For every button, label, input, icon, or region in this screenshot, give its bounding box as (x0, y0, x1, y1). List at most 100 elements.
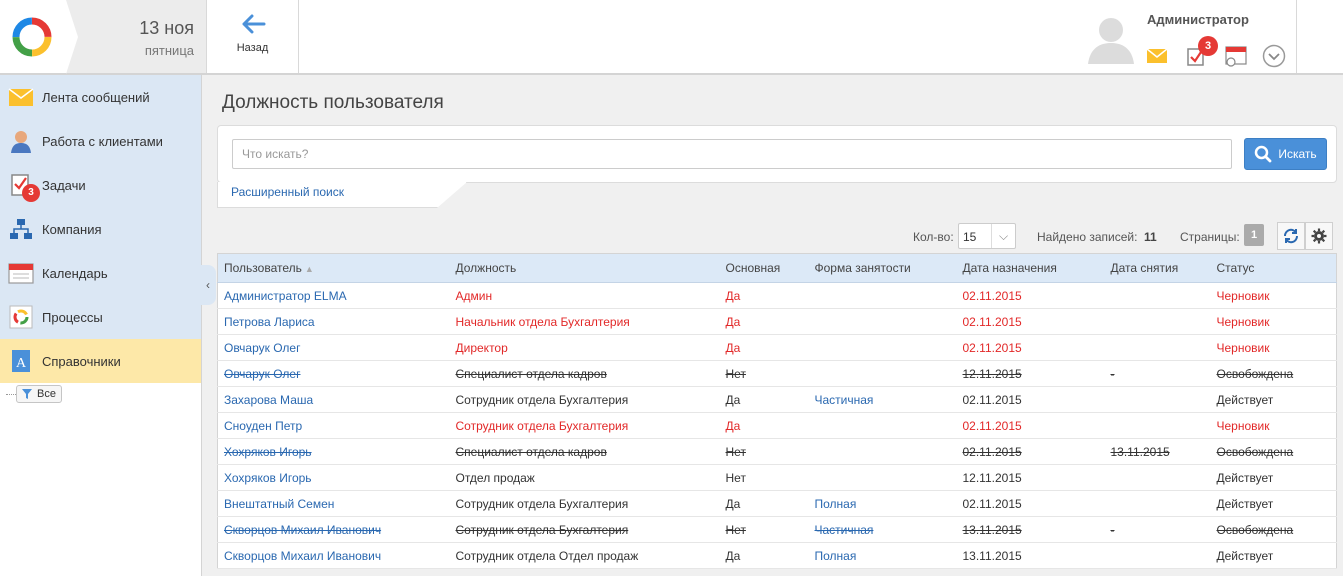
tasks-badge: 3 (22, 184, 40, 202)
svg-text:A: A (16, 356, 27, 371)
cell-assigned: 02.11.2015 (956, 334, 1105, 361)
cell-user[interactable]: Хохряков Игорь (217, 438, 450, 465)
chevron-down-icon[interactable] (1262, 44, 1286, 68)
sidebar-item-directories[interactable]: A Справочники (0, 339, 201, 383)
search-button[interactable]: Искать (1244, 138, 1327, 170)
column-employment[interactable]: Форма занятости (808, 253, 957, 283)
clients-icon (11, 131, 31, 153)
collapse-sidebar-button[interactable]: ‹ (200, 265, 216, 305)
tasks-badge: 3 (1198, 36, 1218, 56)
sidebar-item-processes[interactable]: Процессы (0, 295, 201, 339)
page-number[interactable]: 1 (1244, 224, 1264, 246)
table-row[interactable]: Сноуден Петр Сотрудник отдела Бухгалтерия… (217, 412, 1337, 439)
date-panel: 13 ноя пятница (66, 0, 207, 73)
table-row[interactable]: Овчарук Олег Директор Да 02.11.2015 Черновик (217, 334, 1337, 361)
cell-main: Да (719, 386, 809, 413)
sidebar-item-tasks[interactable]: 3 Задачи (0, 163, 201, 207)
calendar-icon (8, 263, 34, 284)
column-position[interactable]: Должность (449, 253, 720, 283)
cell-employment (808, 282, 957, 309)
cell-status: Действует (1210, 542, 1337, 569)
sort-asc-icon: ▲ (304, 264, 314, 274)
cell-assigned: 12.11.2015 (956, 360, 1105, 387)
sidebar-item-messages[interactable]: Лента сообщений (0, 75, 201, 119)
table-row[interactable]: Внештатный Семен Сотрудник отдела Бухгалт… (217, 490, 1337, 517)
sidebar-item-label: Процессы (42, 309, 103, 325)
cell-main: Да (719, 412, 809, 439)
top-bar: 13 ноя пятница Назад Администратор 3 (0, 0, 1343, 75)
sidebar-item-company[interactable]: Компания (0, 207, 201, 251)
cell-assigned: 13.11.2015 (956, 542, 1105, 569)
cell-user[interactable]: Овчарук Олег (217, 334, 450, 361)
table-row[interactable]: Скворцов Михаил Иванович Сотрудник отдела… (217, 516, 1337, 543)
search-panel: Искать (217, 125, 1337, 183)
cell-user[interactable]: Овчарук Олег (217, 360, 450, 387)
table-row[interactable]: Хохряков Игорь Специалист отдела кадров Не… (217, 438, 1337, 465)
mail-icon[interactable] (1146, 48, 1168, 64)
found-label: Найдено записей: (1037, 230, 1138, 244)
table-row[interactable]: Скворцов Михаил Иванович Сотрудник отдела… (217, 542, 1337, 569)
cell-status: Освобождена (1210, 360, 1337, 387)
sidebar-item-label: Задачи (42, 177, 86, 193)
main-content: Должность пользователя Искать Расширенны… (216, 77, 1343, 576)
column-main[interactable]: Основная (719, 253, 809, 283)
cell-main: Нет (719, 464, 809, 491)
cell-main: Да (719, 308, 809, 335)
cell-user[interactable]: Петрова Лариса (217, 308, 450, 335)
back-label: Назад (236, 42, 269, 54)
cell-status: Действует (1210, 386, 1337, 413)
cell-assigned: 02.11.2015 (956, 308, 1105, 335)
avatar[interactable] (1086, 12, 1136, 64)
column-removed-date[interactable]: Дата снятия (1104, 253, 1211, 283)
column-user[interactable]: Пользователь ▲ (217, 253, 450, 283)
refresh-button[interactable] (1277, 222, 1305, 250)
cell-status: Черновик (1210, 412, 1337, 439)
cell-user[interactable]: Скворцов Михаил Иванович (217, 516, 450, 543)
cell-status: Освобождена (1210, 516, 1337, 543)
column-label: Пользователь (224, 261, 302, 275)
tree-row: Все (0, 383, 201, 405)
table-row[interactable]: Захарова Маша Сотрудник отдела Бухгалтери… (217, 386, 1337, 413)
cell-removed (1104, 334, 1211, 361)
cell-removed (1104, 386, 1211, 413)
cell-user[interactable]: Скворцов Михаил Иванович (217, 542, 450, 569)
count-select[interactable]: 15 ⌵ (958, 223, 1016, 249)
sidebar-item-calendar[interactable]: Календарь (0, 251, 201, 295)
filter-all-button[interactable]: Все (16, 385, 62, 403)
cell-removed: - (1104, 360, 1211, 387)
table-row[interactable]: Администратор ELMA Админ Да 02.11.2015 Черно… (217, 282, 1337, 309)
sidebar-item-label: Календарь (42, 265, 108, 281)
cell-main: Нет (719, 516, 809, 543)
elma-logo[interactable] (0, 0, 66, 73)
cell-removed (1104, 282, 1211, 309)
table-row[interactable]: Овчарук Олег Специалист отдела кадров Нет 1… (217, 360, 1337, 387)
user-name[interactable]: Администратор (1147, 12, 1249, 27)
cell-assigned: 13.11.2015 (956, 516, 1105, 543)
cell-user[interactable]: Хохряков Игорь (217, 464, 450, 491)
refresh-icon (1283, 228, 1299, 244)
advanced-search-link[interactable]: Расширенный поиск (231, 185, 344, 199)
cell-user[interactable]: Захарова Маша (217, 386, 450, 413)
settings-button[interactable] (1305, 222, 1333, 250)
cell-user[interactable]: Внештатный Семен (217, 490, 450, 517)
calendar-icon[interactable] (1224, 45, 1248, 67)
table-row[interactable]: Хохряков Игорь Отдел продаж Нет 12.11.2015 Д… (217, 464, 1337, 491)
sidebar-item-label: Компания (42, 221, 102, 237)
chevron-down-icon: ⌵ (991, 224, 1015, 248)
back-button[interactable]: Назад (207, 0, 299, 73)
cell-assigned: 02.11.2015 (956, 282, 1105, 309)
cell-user[interactable]: Сноуден Петр (217, 412, 450, 439)
cell-position: Сотрудник отдела Бухгалтерия (449, 516, 720, 543)
column-assigned-date[interactable]: Дата назначения (956, 253, 1105, 283)
table-body: Администратор ELMA Админ Да 02.11.2015 Черно… (217, 282, 1337, 569)
cell-position: Сотрудник отдела Бухгалтерия (449, 490, 720, 517)
cell-main: Нет (719, 438, 809, 465)
column-status[interactable]: Статус (1210, 253, 1337, 283)
cell-employment: Частичная (808, 386, 957, 413)
table-row[interactable]: Петрова Лариса Начальник отдела Бухгалтер… (217, 308, 1337, 335)
search-input[interactable] (232, 139, 1232, 169)
cell-assigned: 02.11.2015 (956, 438, 1105, 465)
cell-user[interactable]: Администратор ELMA (217, 282, 450, 309)
sidebar-item-clients[interactable]: Работа с клиентами (0, 119, 201, 163)
cell-assigned: 02.11.2015 (956, 490, 1105, 517)
